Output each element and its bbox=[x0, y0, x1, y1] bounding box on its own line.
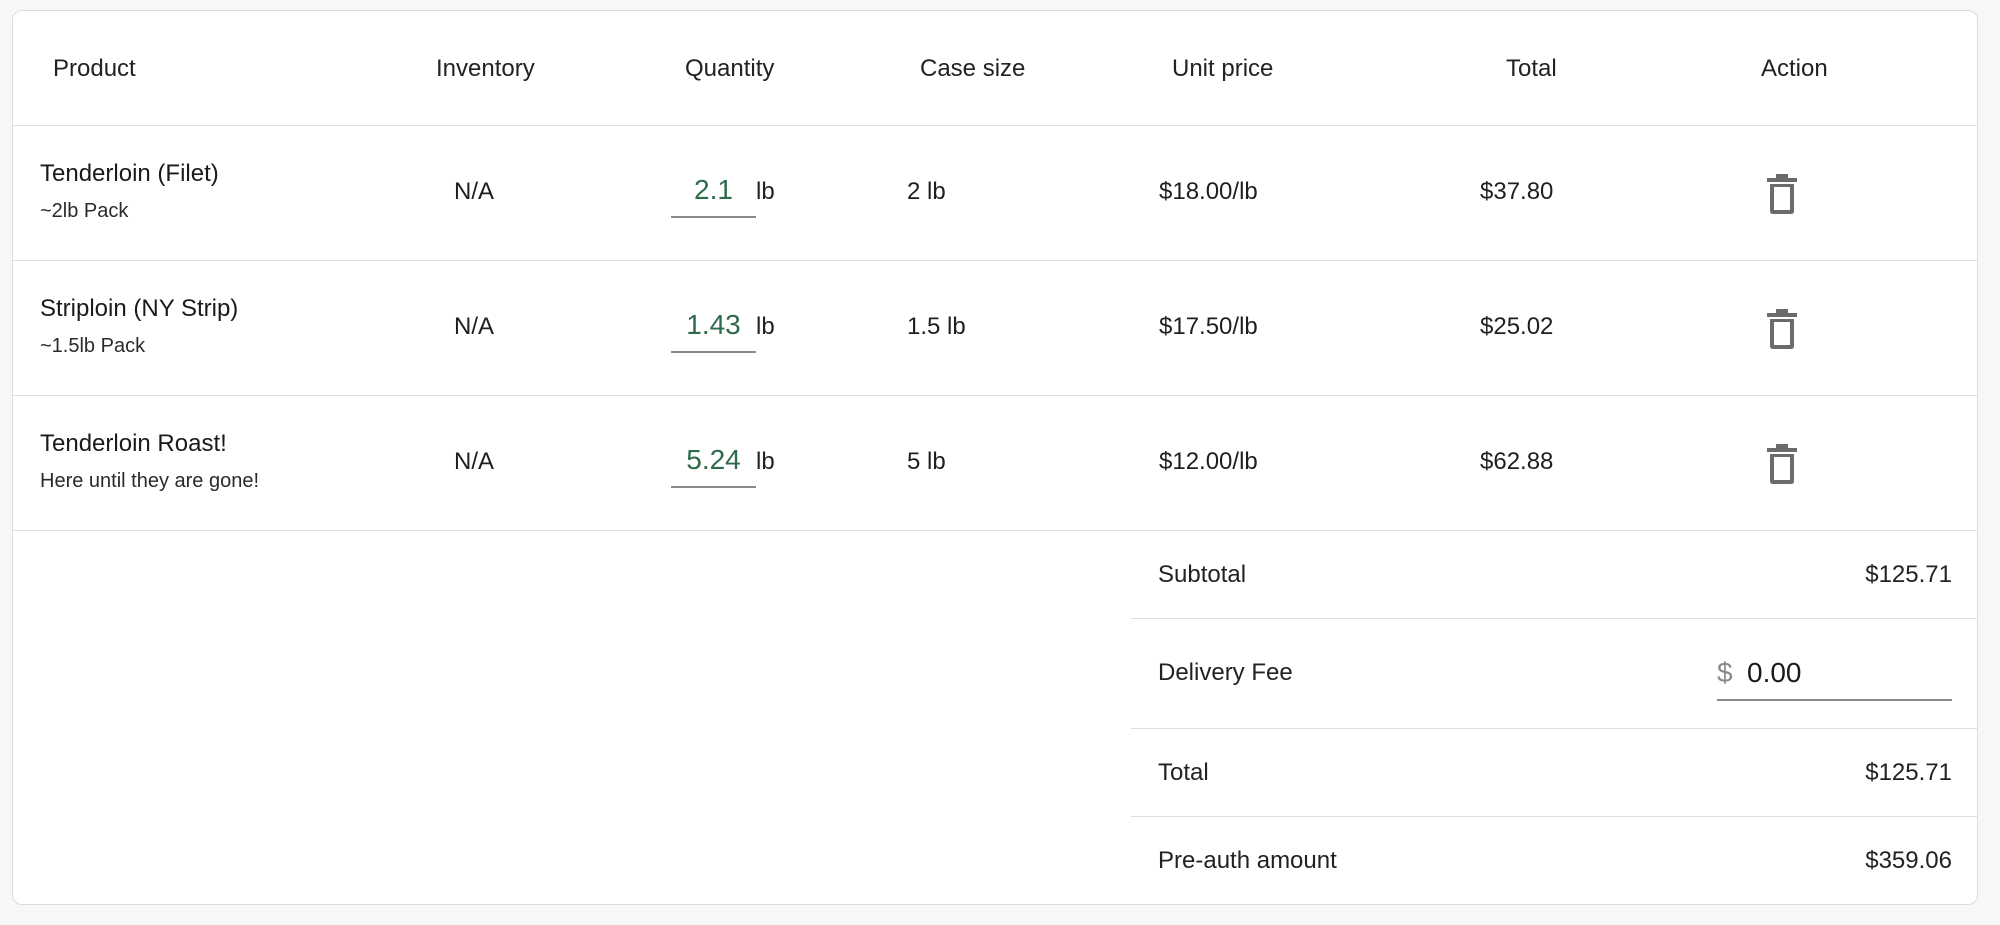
unit-price-value: $17.50/lb bbox=[1159, 313, 1258, 340]
quantity-input[interactable] bbox=[671, 436, 756, 484]
product-subtitle: Here until they are gone! bbox=[40, 470, 260, 492]
total-value: $125.71 bbox=[1865, 759, 1952, 786]
case-size-value: 1.5 lb bbox=[907, 313, 966, 340]
quantity-unit: lb bbox=[756, 313, 775, 340]
delivery-fee-label: Delivery Fee bbox=[1158, 659, 1293, 686]
case-size-value: 5 lb bbox=[907, 448, 946, 475]
subtotal-row: Subtotal $125.71 bbox=[1131, 531, 1977, 619]
total-row: Total $125.71 bbox=[1131, 729, 1977, 817]
quantity-input[interactable] bbox=[671, 166, 756, 214]
quantity-unit: lb bbox=[756, 178, 775, 205]
case-size-value: 2 lb bbox=[907, 178, 946, 205]
preauth-label: Pre-auth amount bbox=[1158, 847, 1337, 874]
row-total-value: $25.02 bbox=[1480, 313, 1554, 340]
product-name: Striploin (NY Strip) bbox=[40, 295, 239, 322]
preauth-value: $359.06 bbox=[1865, 847, 1952, 874]
preauth-row: Pre-auth amount $359.06 bbox=[1131, 817, 1977, 904]
header-product: Product bbox=[53, 55, 136, 82]
product-subtitle: ~2lb Pack bbox=[40, 200, 129, 222]
header-case-size: Case size bbox=[920, 55, 1026, 82]
header-action: Action bbox=[1761, 55, 1828, 82]
total-label: Total bbox=[1158, 759, 1209, 786]
trash-icon[interactable] bbox=[1765, 309, 1799, 349]
unit-price-value: $18.00/lb bbox=[1159, 178, 1258, 205]
delivery-fee-input[interactable] bbox=[1747, 651, 1947, 695]
product-name: Tenderloin (Filet) bbox=[40, 160, 219, 187]
header-inventory: Inventory bbox=[436, 55, 535, 82]
header-total: Total bbox=[1506, 55, 1557, 82]
subtotal-label: Subtotal bbox=[1158, 561, 1247, 588]
trash-icon[interactable] bbox=[1765, 174, 1799, 214]
subtotal-value: $125.71 bbox=[1865, 561, 1952, 588]
quantity-field bbox=[671, 166, 756, 218]
currency-prefix: $ bbox=[1717, 657, 1733, 688]
unit-price-value: $12.00/lb bbox=[1159, 448, 1258, 475]
table-row: Tenderloin (Filet) ~2lb Pack N/A lb 2 lb… bbox=[13, 126, 1977, 261]
inventory-value: N/A bbox=[454, 178, 495, 205]
row-total-value: $62.88 bbox=[1480, 448, 1554, 475]
delivery-fee-row: Delivery Fee $ bbox=[1131, 619, 1977, 729]
quantity-unit: lb bbox=[756, 448, 775, 475]
inventory-value: N/A bbox=[454, 313, 495, 340]
trash-icon[interactable] bbox=[1765, 444, 1799, 484]
table-row: Tenderloin Roast! Here until they are go… bbox=[13, 396, 1977, 531]
delivery-fee-field: $ bbox=[1717, 645, 1952, 701]
product-subtitle: ~1.5lb Pack bbox=[40, 335, 146, 357]
quantity-field bbox=[671, 436, 756, 488]
inventory-value: N/A bbox=[454, 448, 495, 475]
quantity-input[interactable] bbox=[671, 301, 756, 349]
table-row: Striploin (NY Strip) ~1.5lb Pack N/A lb … bbox=[13, 261, 1977, 396]
quantity-field bbox=[671, 301, 756, 353]
table-header: Product Inventory Quantity Case size Uni… bbox=[13, 11, 1977, 126]
header-quantity: Quantity bbox=[685, 55, 775, 82]
cart-table-card: Product Inventory Quantity Case size Uni… bbox=[12, 10, 1978, 905]
product-name: Tenderloin Roast! bbox=[40, 430, 227, 457]
row-total-value: $37.80 bbox=[1480, 178, 1554, 205]
header-unit-price: Unit price bbox=[1172, 55, 1274, 82]
